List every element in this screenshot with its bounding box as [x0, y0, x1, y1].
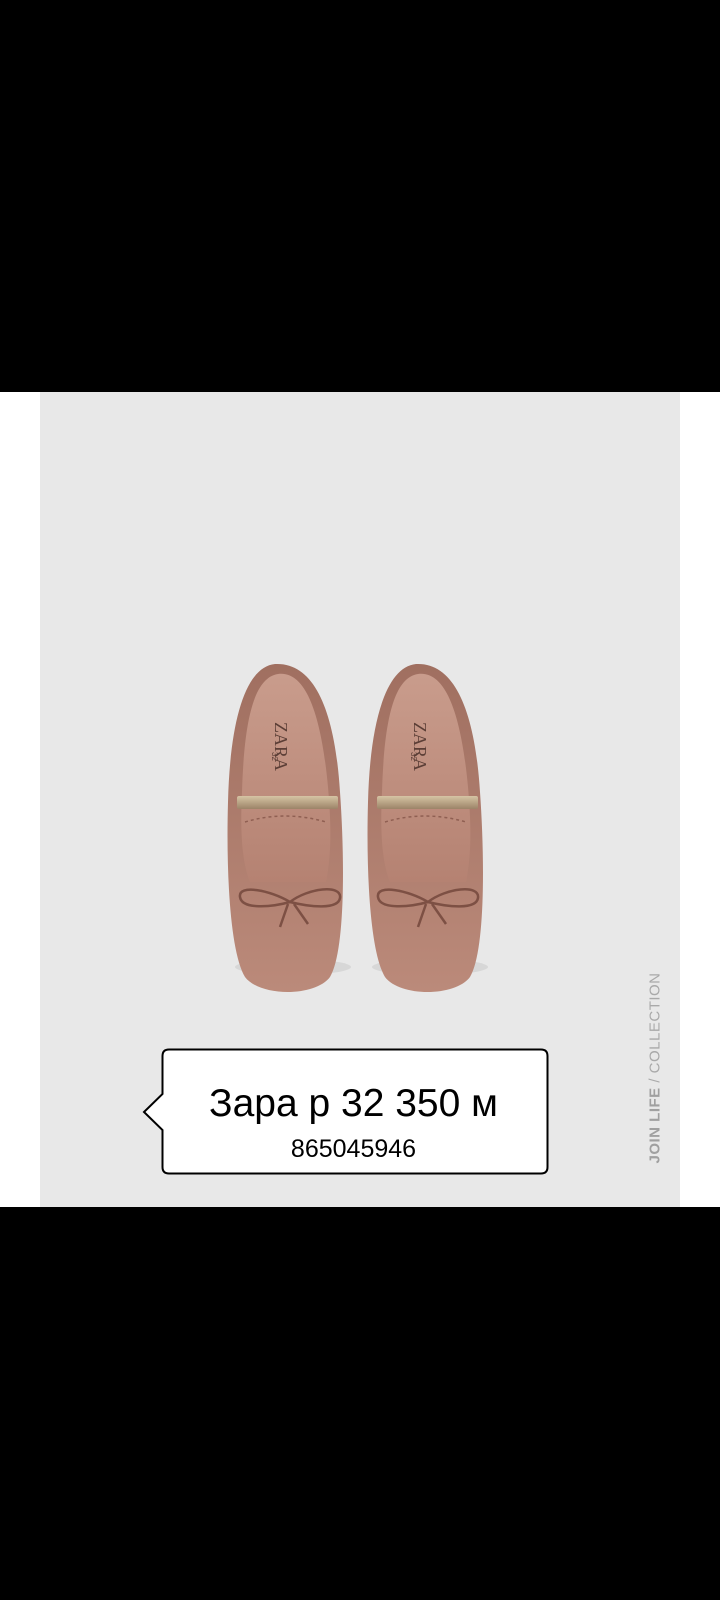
phone-number[interactable]: 865045946 — [159, 1136, 548, 1162]
image-viewer: ZARA 32 ZARA 32 JOIN LIFE / COLLECTION З… — [0, 0, 720, 1600]
left-shoe: ZARA 32 — [227, 663, 343, 992]
watermark-brand: JOIN LIFE — [646, 1087, 664, 1164]
svg-text:ZARA: ZARA — [410, 722, 430, 771]
svg-text:32: 32 — [270, 752, 279, 761]
svg-text:32: 32 — [409, 752, 418, 761]
right-shoe: ZARA 32 — [367, 663, 483, 992]
price-note-bubble: Зара р 32 350 м 865045946 — [142, 1048, 549, 1175]
join-life-watermark: JOIN LIFE / COLLECTION — [647, 972, 664, 1163]
svg-text:ZARA: ZARA — [271, 722, 291, 771]
listing-title: Зара р 32 350 м — [209, 1082, 498, 1125]
watermark-collection: / COLLECTION — [646, 972, 664, 1088]
